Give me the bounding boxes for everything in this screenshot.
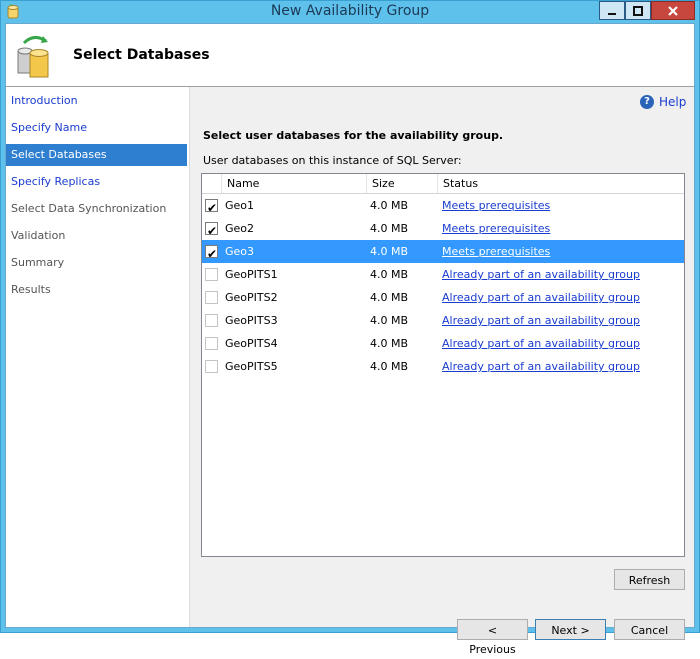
table-row[interactable]: ✔ Geo2 4.0 MB Meets prerequisites xyxy=(202,217,684,240)
database-size: 4.0 MB xyxy=(370,337,409,350)
status-link[interactable]: Already part of an availability group xyxy=(442,263,640,286)
nav-item-summary: Summary xyxy=(11,256,65,269)
nav-item-validation: Validation xyxy=(11,229,66,242)
column-header-select[interactable] xyxy=(202,174,222,193)
database-name: GeoPITS2 xyxy=(225,291,278,304)
row-checkbox[interactable]: ✔ xyxy=(205,199,218,215)
title-bar[interactable]: New Availability Group xyxy=(1,1,699,23)
table-row[interactable]: GeoPITS5 4.0 MB Already part of an avail… xyxy=(202,355,684,378)
database-size: 4.0 MB xyxy=(370,360,409,373)
status-link[interactable]: Already part of an availability group xyxy=(442,309,640,332)
table-header: Name Size Status xyxy=(202,174,684,194)
wizard-content: ? Help Select user databases for the ava… xyxy=(190,87,694,656)
section-heading: Select user databases for the availabili… xyxy=(203,129,504,142)
status-link[interactable]: Already part of an availability group xyxy=(442,286,640,309)
row-checkbox xyxy=(205,337,218,350)
nav-item-results: Results xyxy=(11,283,51,296)
nav-item-select-data-synchronization: Select Data Synchronization xyxy=(11,202,167,215)
next-button[interactable]: Next > xyxy=(535,619,606,640)
database-name: Geo3 xyxy=(225,245,255,258)
database-size: 4.0 MB xyxy=(370,222,409,235)
nav-item-specify-name[interactable]: Specify Name xyxy=(6,117,187,139)
status-link[interactable]: Meets prerequisites xyxy=(442,240,550,263)
table-row[interactable]: GeoPITS2 4.0 MB Already part of an avail… xyxy=(202,286,684,309)
help-link[interactable]: ? Help xyxy=(640,95,686,109)
refresh-button[interactable]: Refresh xyxy=(614,569,685,590)
databases-table: Name Size Status ✔ Geo1 4.0 MB Meets pre… xyxy=(201,173,685,557)
table-row[interactable]: GeoPITS3 4.0 MB Already part of an avail… xyxy=(202,309,684,332)
window-title: New Availability Group xyxy=(270,3,430,19)
database-name: GeoPITS1 xyxy=(225,268,278,281)
row-checkbox xyxy=(205,291,218,304)
maximize-icon xyxy=(633,5,643,16)
database-size: 4.0 MB xyxy=(370,268,409,281)
table-caption: User databases on this instance of SQL S… xyxy=(203,154,462,167)
table-row[interactable]: ✔ Geo1 4.0 MB Meets prerequisites xyxy=(202,194,684,217)
database-name: Geo2 xyxy=(225,222,255,235)
column-header-status[interactable]: Status xyxy=(438,174,684,193)
column-header-size[interactable]: Size xyxy=(367,174,438,193)
previous-button[interactable]: < Previous xyxy=(457,619,528,656)
table-row[interactable]: GeoPITS4 4.0 MB Already part of an avail… xyxy=(202,332,684,355)
status-link[interactable]: Already part of an availability group xyxy=(442,355,640,378)
database-name: GeoPITS5 xyxy=(225,360,278,373)
close-button[interactable] xyxy=(651,1,695,20)
row-checkbox xyxy=(205,268,218,281)
cancel-button[interactable]: Cancel xyxy=(614,619,685,640)
database-size: 4.0 MB xyxy=(370,199,409,212)
wizard-nav: Introduction Specify Name Select Databas… xyxy=(6,87,189,627)
close-icon xyxy=(668,5,678,16)
row-checkbox[interactable]: ✔ xyxy=(205,222,218,238)
database-sync-icon xyxy=(17,36,49,78)
status-link[interactable]: Meets prerequisites xyxy=(442,194,550,217)
table-row[interactable]: GeoPITS1 4.0 MB Already part of an avail… xyxy=(202,263,684,286)
minimize-icon xyxy=(608,12,616,15)
wizard-window: New Availability Group Select Databases xyxy=(0,0,700,656)
wizard-header: Select Databases xyxy=(6,24,694,87)
row-checkbox[interactable]: ✔ xyxy=(205,245,218,261)
nav-item-specify-replicas[interactable]: Specify Replicas xyxy=(6,171,187,193)
help-icon: ? xyxy=(640,95,654,109)
wizard-client-area: Select Databases Introduction Specify Na… xyxy=(5,23,695,656)
page-title: Select Databases xyxy=(73,47,210,63)
database-name: GeoPITS4 xyxy=(225,337,278,350)
status-link[interactable]: Already part of an availability group xyxy=(442,332,640,355)
table-row[interactable]: ✔ Geo3 4.0 MB Meets prerequisites xyxy=(202,240,684,263)
status-link[interactable]: Meets prerequisites xyxy=(442,217,550,240)
database-size: 4.0 MB xyxy=(370,291,409,304)
database-size: 4.0 MB xyxy=(370,314,409,327)
row-checkbox xyxy=(205,314,218,327)
database-name: Geo1 xyxy=(225,199,255,212)
help-label: Help xyxy=(659,95,687,109)
row-checkbox xyxy=(205,360,218,373)
nav-item-select-databases[interactable]: Select Databases xyxy=(6,144,187,166)
nav-item-introduction[interactable]: Introduction xyxy=(6,90,187,112)
maximize-button[interactable] xyxy=(625,1,651,20)
minimize-button[interactable] xyxy=(599,1,625,20)
database-name: GeoPITS3 xyxy=(225,314,278,327)
column-header-name[interactable]: Name xyxy=(222,174,367,193)
database-size: 4.0 MB xyxy=(370,245,409,258)
